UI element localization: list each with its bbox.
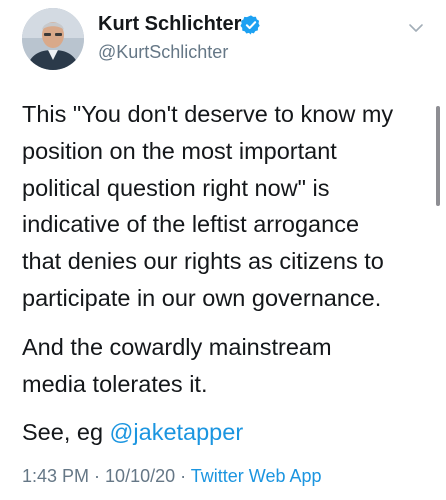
tweet-text: This "You don't deserve to know my posit… [22,96,432,463]
tweet-card: Kurt Schlichter @KurtSchlichter This "Yo… [0,0,446,500]
see-prefix: See, eg [22,419,110,446]
tweet-paragraph: This "You don't deserve to know my posit… [22,96,432,317]
tweet-line: See, eg @jaketapper [22,414,432,451]
verified-badge-icon [240,15,260,35]
mention-link[interactable]: @jaketapper [110,419,244,445]
scrollbar[interactable] [436,106,440,206]
chevron-down-icon[interactable] [408,22,424,34]
avatar-photo [22,8,84,70]
tweet-source-link[interactable]: Twitter Web App [191,466,322,486]
tweet-time[interactable]: 1:43 PM [22,466,89,486]
tweet-meta: 1:43 PM · 10/10/20 · Twitter Web App [22,466,322,487]
tweet-line: And the cowardly mainstream [22,333,332,360]
tweet-line: media tolerates it. [22,370,208,397]
avatar[interactable] [22,8,84,70]
tweet-line: indicative of the leftist arrogance [22,211,360,238]
tweet-paragraph: And the cowardly mainstream media tolera… [22,329,432,403]
user-handle[interactable]: @KurtSchlichter [98,42,228,63]
tweet-line: This "You don't deserve to know my [22,101,394,127]
tweet-date[interactable]: 10/10/20 [105,466,175,486]
meta-separator: · [89,466,106,486]
display-name[interactable]: Kurt Schlichter [98,13,241,36]
tweet-line: that denies our rights as citizens to [22,248,384,275]
tweet-line: participate in our own governance. [22,284,382,311]
tweet-paragraph: See, eg @jaketapper [22,414,432,451]
meta-separator: · [175,466,191,486]
tweet-line: position on the most important [22,137,337,164]
tweet-line: political question right now" is [22,174,330,201]
